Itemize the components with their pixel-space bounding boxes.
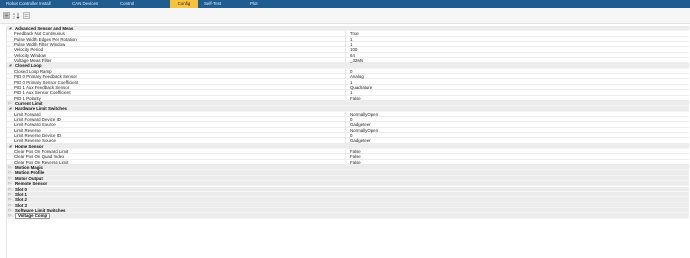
tab-bar: Robot Controller Install CAN Devices Contr… [0, 0, 690, 8]
tab-robot-controller-install[interactable]: Robot Controller Install [0, 0, 66, 8]
category-label: Voltage Comp [15, 213, 51, 219]
expand-icon[interactable]: ▷ [7, 213, 13, 218]
alphabetical-sort-icon: A Z [13, 12, 20, 19]
alphabetical-sort-button[interactable]: A Z [13, 12, 20, 19]
property-grid: ◢ Advanced Sensor and Meas Feedback Not Co… [6, 26, 689, 258]
tab-plot[interactable]: Plot [244, 0, 284, 8]
property-grid-toolbar: A Z [0, 8, 690, 24]
property-pages-button[interactable] [23, 12, 30, 19]
categorized-view-button[interactable] [3, 12, 10, 19]
tab-config[interactable]: Config [170, 0, 198, 8]
property-pages-icon [23, 12, 30, 19]
tab-self-test[interactable]: Self-Test [198, 0, 244, 8]
tab-can-devices[interactable]: CAN Devices [66, 0, 114, 8]
tab-control[interactable]: Control [114, 0, 170, 8]
svg-text:Z: Z [13, 16, 15, 19]
category-row[interactable]: ▷ Voltage Comp [7, 213, 689, 219]
categorized-view-icon [3, 12, 10, 19]
